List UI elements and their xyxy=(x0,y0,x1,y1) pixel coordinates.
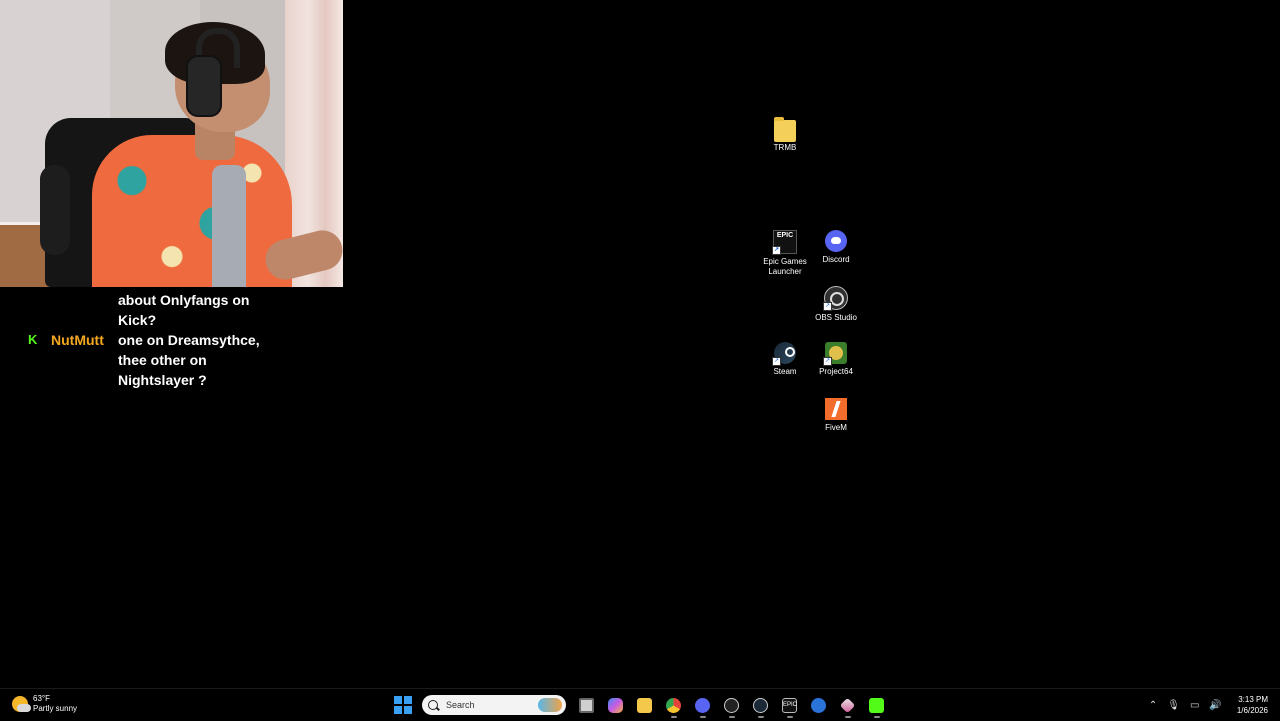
shortcut-arrow-icon: ↗ xyxy=(823,357,832,366)
system-tray: ⌃ 🎙 ▭ 🔊 3:13 PM 1/6/2026 xyxy=(1144,693,1268,717)
webcam-person-shirt xyxy=(92,135,292,287)
chevron-up-icon[interactable]: ⌃ xyxy=(1149,700,1157,711)
stream-chat-overlay: about Onlyfangs on Kick? K NutMutt one o… xyxy=(28,290,348,390)
taskbar-kick[interactable] xyxy=(866,694,888,718)
kick-badge-icon: K xyxy=(28,332,38,347)
chat-message-text: thee other on xyxy=(118,352,207,368)
obs-icon: ↗ xyxy=(823,286,848,311)
taskbar-steam[interactable] xyxy=(750,694,772,718)
taskbar-copilot[interactable] xyxy=(605,694,627,716)
chat-message-partial: about Onlyfangs on xyxy=(28,290,348,310)
webcam-chair-arm xyxy=(40,165,70,255)
task-view-icon xyxy=(579,697,594,713)
epic-games-icon: EPIC xyxy=(782,697,797,713)
desktop-icon-label: Discord xyxy=(822,255,850,264)
chat-message-text: one on Dreamsythce, xyxy=(118,332,260,348)
chat-message-text: Kick? xyxy=(118,312,157,328)
taskbar-pen-tool[interactable] xyxy=(837,694,859,718)
chat-message: K NutMutt one on Dreamsythce, xyxy=(28,330,348,350)
chat-message-line3: Nightslayer ? xyxy=(28,370,348,390)
desktop-icon-epic-games[interactable]: EPIC ↗ Epic Games Launcher xyxy=(756,230,814,277)
webcam-overlay xyxy=(0,0,343,287)
desktop-icon-obs[interactable]: ↗ OBS Studio xyxy=(807,286,865,323)
clock-time: 3:13 PM xyxy=(1238,695,1268,704)
taskbar-apps: Search EPIC xyxy=(394,693,891,718)
epic-glyph: EPIC xyxy=(776,232,794,239)
arc-browser-icon xyxy=(811,697,826,713)
steam-icon xyxy=(753,697,768,713)
chrome-icon xyxy=(666,697,681,713)
search-icon xyxy=(428,700,438,710)
desktop-icon-steam[interactable]: ↗ Steam xyxy=(756,342,814,377)
chat-message-line2: thee other on xyxy=(28,350,348,370)
start-button[interactable] xyxy=(394,696,412,714)
chat-message-text: about Onlyfangs on xyxy=(118,292,250,308)
kick-icon xyxy=(869,697,884,713)
epic-games-icon: EPIC ↗ xyxy=(772,230,797,255)
desktop-icon-fivem[interactable]: FiveM xyxy=(807,398,865,433)
volume-icon[interactable]: 🔊 xyxy=(1209,700,1221,711)
desktop-icon-label: TRMB xyxy=(773,143,797,152)
chat-message-text: Nightslayer ? xyxy=(118,372,207,388)
search-highlight-icon xyxy=(538,698,562,712)
desktop-icon-label-line2: Launcher xyxy=(768,267,802,276)
windows-logo-pane xyxy=(404,696,412,704)
weather-widget[interactable]: 63°F Partly sunny xyxy=(12,694,77,714)
fivem-icon xyxy=(825,398,847,420)
chat-message-partial-line2: Kick? xyxy=(28,310,348,330)
desktop-icon-label: OBS Studio xyxy=(815,313,857,322)
taskbar-task-view[interactable] xyxy=(576,694,598,716)
search-placeholder: Search xyxy=(446,700,475,710)
obs-icon xyxy=(724,697,739,713)
weather-condition: Partly sunny xyxy=(33,704,78,713)
webcam-person-undershirt xyxy=(212,165,246,287)
desktop-icon-label: FiveM xyxy=(825,423,847,432)
windows-logo-icon xyxy=(394,696,402,704)
folder-icon xyxy=(774,117,796,142)
headphones-icon xyxy=(186,55,222,117)
shortcut-arrow-icon: ↗ xyxy=(823,302,832,311)
taskbar-clock[interactable]: 3:13 PM 1/6/2026 xyxy=(1237,694,1268,716)
weather-text: 63°F Partly sunny xyxy=(33,694,77,714)
microphone-icon[interactable]: 🎙 xyxy=(1167,700,1180,711)
taskbar-epic-games[interactable]: EPIC xyxy=(779,694,801,718)
desktop-icon-label: Steam xyxy=(773,367,797,376)
network-icon[interactable]: ▭ xyxy=(1190,700,1199,711)
copilot-icon xyxy=(608,697,623,713)
windows-logo-pane xyxy=(394,706,402,714)
taskbar: 63°F Partly sunny Search EPIC ⌃ 🎙 ▭ 🔊 3:… xyxy=(0,688,1280,721)
desktop-icon-label: Project64 xyxy=(819,367,853,376)
shortcut-arrow-icon: ↗ xyxy=(772,246,781,255)
desktop-icon-trmb[interactable]: TRMB xyxy=(756,117,814,153)
shortcut-arrow-icon: ↗ xyxy=(772,357,781,366)
windows-logo-pane xyxy=(404,706,412,714)
discord-icon xyxy=(825,230,847,252)
desktop-icon-project64[interactable]: ↗ Project64 xyxy=(807,342,865,377)
taskbar-discord[interactable] xyxy=(692,694,714,718)
pen-tool-icon xyxy=(839,697,856,713)
taskbar-obs[interactable] xyxy=(721,694,743,718)
desktop-icon-label: Epic Games xyxy=(763,257,807,266)
desktop-icon-discord[interactable]: Discord xyxy=(807,230,865,265)
taskbar-arc[interactable] xyxy=(808,694,830,716)
taskbar-chrome[interactable] xyxy=(663,694,685,718)
chat-username: NutMutt xyxy=(51,332,104,348)
folder-icon xyxy=(637,697,652,713)
weather-temp: 63°F xyxy=(33,694,50,703)
clock-date: 1/6/2026 xyxy=(1236,706,1268,715)
partly-sunny-icon xyxy=(12,696,31,712)
taskbar-search-box[interactable]: Search xyxy=(422,695,566,715)
discord-icon xyxy=(695,697,710,713)
taskbar-file-explorer[interactable] xyxy=(634,694,656,716)
project64-icon: ↗ xyxy=(823,342,847,366)
steam-icon: ↗ xyxy=(772,342,796,366)
